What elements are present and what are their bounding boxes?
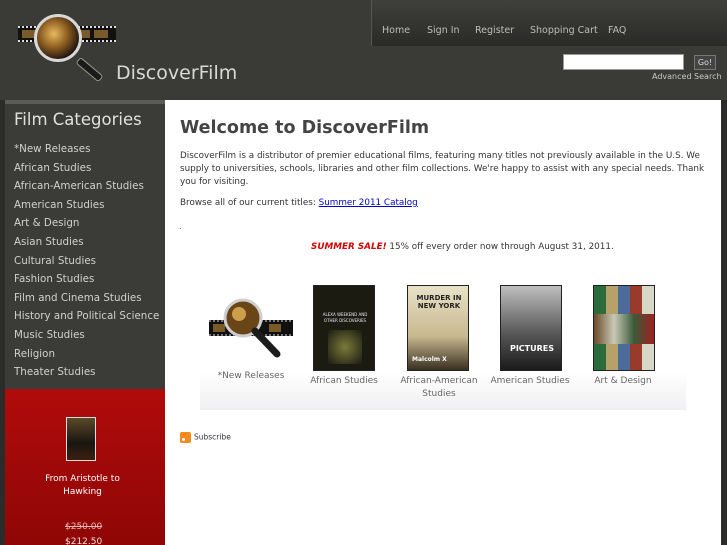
sale-label: SUMMER SALE! <box>311 242 387 252</box>
shelf-label: *New Releases <box>217 371 285 381</box>
promo-cover-image[interactable] <box>66 417 96 461</box>
promo-old-price: $250.00 <box>65 522 103 532</box>
sale-banner: SUMMER SALE! 15% off every order now thr… <box>311 242 614 252</box>
featured-shelf: *New Releases ALEXA WEEKEND AND OTHER DI… <box>200 280 686 410</box>
search-input[interactable] <box>563 54 684 70</box>
subscribe-label: Subscribe <box>194 432 231 442</box>
search-button[interactable]: Go! <box>694 55 716 70</box>
sidebar: Film Categories *New Releases African St… <box>5 100 165 545</box>
shelf-item[interactable]: PICTURES American Studies <box>490 280 570 390</box>
shelf-label: African-American Studies <box>400 376 478 399</box>
site-name: DiscoverFilm <box>116 62 238 84</box>
shelf-label: African Studies <box>310 376 378 386</box>
category-item[interactable]: Art & Design <box>14 214 159 233</box>
promo-new-price: $212.50 <box>65 537 103 545</box>
browse-text: Browse all of our current titles: <box>180 198 319 208</box>
advanced-search-link[interactable]: Advanced Search <box>652 72 722 81</box>
cover-title: ALEXA WEEKEND AND OTHER DISCOVERIES <box>322 312 368 323</box>
promo-title[interactable]: From Aristotle to Hawking <box>45 473 120 499</box>
nav-faq[interactable]: FAQ <box>608 25 626 36</box>
cover-title: MURDER IN NEW YORK <box>416 294 462 310</box>
category-item[interactable]: Film and Cinema Studies <box>14 289 159 308</box>
book-cover-image: ALEXA WEEKEND AND OTHER DISCOVERIES <box>313 285 375 371</box>
shelf-label: American Studies <box>490 376 570 386</box>
magnifier-icon <box>34 14 82 62</box>
cover-title: PICTURES <box>509 344 555 353</box>
magnifier-film-icon <box>209 298 293 358</box>
shelf-item[interactable]: ALEXA WEEKEND AND OTHER DISCOVERIES Afri… <box>304 280 384 390</box>
category-item[interactable]: Religion <box>14 345 159 364</box>
category-item[interactable]: African-American Studies <box>14 177 159 196</box>
book-cover-image: PICTURES <box>500 285 562 371</box>
nav-sign-in[interactable]: Sign In <box>427 25 460 36</box>
nav-shopping-cart[interactable]: Shopping Cart <box>530 25 598 36</box>
category-item[interactable]: African Studies <box>14 159 159 178</box>
category-item[interactable]: American Studies <box>14 196 159 215</box>
nav-register[interactable]: Register <box>475 25 514 36</box>
shelf-item[interactable]: MURDER IN NEW YORK Malcolm X African-Ame… <box>394 280 484 410</box>
nav-home[interactable]: Home <box>382 25 410 36</box>
shelf-item[interactable]: Art & Design <box>578 280 668 390</box>
subscribe-link[interactable]: Subscribe <box>180 432 231 443</box>
shelf-label: Art & Design <box>594 376 652 386</box>
sale-text: 15% off every order now through August 3… <box>386 242 614 252</box>
top-nav: Home Sign In Register Shopping Cart FAQ <box>371 0 727 46</box>
cover-subtitle: Malcolm X <box>412 356 447 363</box>
rss-icon <box>180 432 191 443</box>
category-item[interactable]: History and Political Science <box>14 307 159 326</box>
magnifier-handle-icon <box>75 56 104 83</box>
intro-text: DiscoverFilm is a distributor of premier… <box>180 151 705 187</box>
shelf-item[interactable]: *New Releases <box>200 280 296 390</box>
category-list: *New Releases African Studies African-Am… <box>14 140 159 382</box>
browse-line: Browse all of our current titles: Summer… <box>180 198 418 208</box>
book-cover-image <box>593 285 655 371</box>
category-item[interactable]: Asian Studies <box>14 233 159 252</box>
category-item[interactable]: Fashion Studies <box>14 270 159 289</box>
category-item[interactable]: *New Releases <box>14 140 159 159</box>
right-rail <box>721 100 727 545</box>
book-cover-image: MURDER IN NEW YORK Malcolm X <box>407 285 469 371</box>
category-item[interactable]: Music Studies <box>14 326 159 345</box>
header: DiscoverFilm Home Sign In Register Shopp… <box>0 0 727 100</box>
catalog-link[interactable]: Summer 2011 Catalog <box>319 198 418 208</box>
main-content: Welcome to DiscoverFilm DiscoverFilm is … <box>165 100 721 545</box>
sidebar-title: Film Categories <box>14 110 142 129</box>
dot-text: . <box>179 222 182 231</box>
site-logo[interactable]: DiscoverFilm <box>18 12 238 87</box>
promo-box: From Aristotle to Hawking $250.00 $212.5… <box>5 389 165 545</box>
page-title: Welcome to DiscoverFilm <box>180 118 430 138</box>
category-item[interactable]: Cultural Studies <box>14 252 159 271</box>
category-item[interactable]: Theater Studies <box>14 363 159 382</box>
